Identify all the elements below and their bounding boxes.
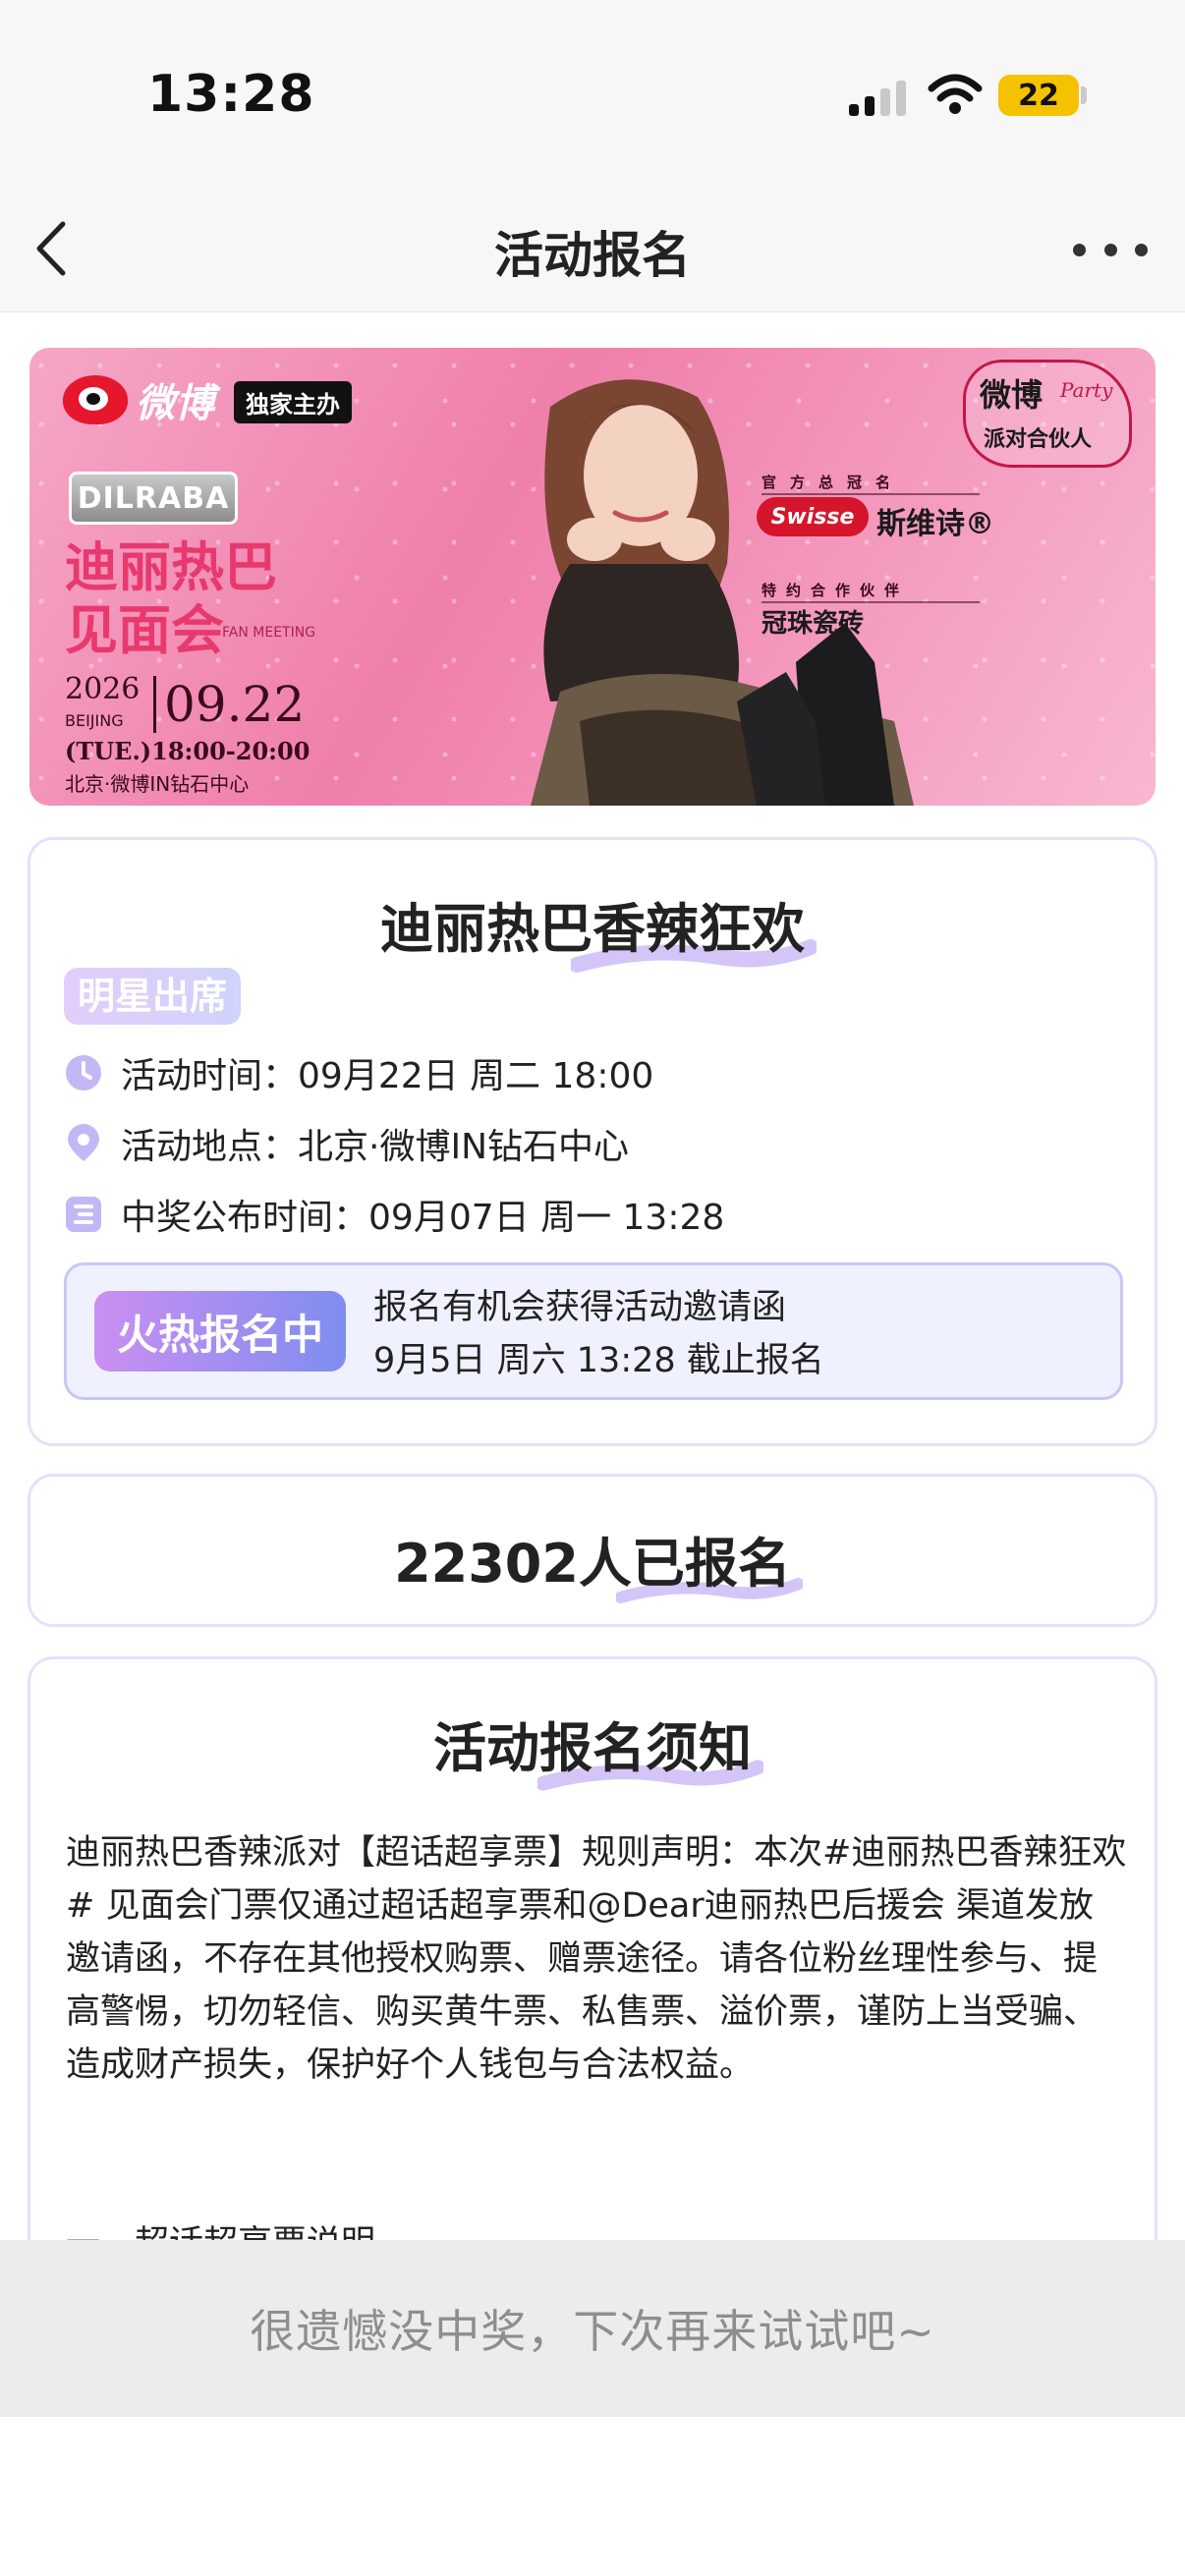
battery-indicator: 22: [998, 75, 1079, 116]
signup-deadline: 9月5日 周六 13:28 截止报名: [373, 1341, 824, 1380]
artist-name-badge: DILRABA: [69, 472, 238, 525]
party-badge-subtitle: 派对合伙人: [984, 427, 1093, 452]
wifi-icon: [928, 74, 983, 114]
hot-signup-badge: 火热报名中: [94, 1291, 346, 1372]
party-badge-title: 微博: [980, 376, 1044, 414]
result-message: 很遗憾没中奖，下次再来试试吧~: [250, 2305, 935, 2358]
event-title-wrap: 迪丽热巴香辣狂欢: [30, 885, 1155, 973]
nav-bar: 活动报名: [0, 187, 1185, 312]
page-title: 活动报名: [494, 227, 691, 284]
signup-count-card: 22302人已报名: [28, 1474, 1157, 1627]
party-partner-badge: 微博 Party 派对合伙人: [963, 360, 1132, 468]
event-location-value: 北京·微博IN钻石中心: [298, 1127, 630, 1167]
event-time-value: 09月22日 周二 18:00: [298, 1056, 654, 1096]
signup-notice-card: 活动报名须知 迪丽热巴香辣派对【超话超享票】规则声明：本次#迪丽热巴香辣狂欢# …: [28, 1656, 1157, 2246]
event-title: 迪丽热巴香辣狂欢: [380, 885, 817, 973]
result-bar[interactable]: 很遗憾没中奖，下次再来试试吧~: [0, 2240, 1185, 2417]
event-location-label: 活动地点：: [121, 1127, 299, 1167]
announce-time-label: 中奖公布时间：: [121, 1198, 369, 1238]
event-banner[interactable]: 微博 独家主办 DILRABA 迪丽热巴见面会 FAN MEETING 2026…: [29, 348, 1156, 806]
partner-logo: 冠珠瓷砖: [762, 609, 865, 639]
status-time: 13:28: [147, 65, 315, 124]
banner-title: 迪丽热巴见面会: [65, 536, 277, 661]
signup-count: 22302人已报名: [394, 1520, 803, 1603]
weibo-logo: 微博: [63, 371, 214, 428]
party-badge-script: Party: [1060, 378, 1113, 402]
signup-description: 报名有机会获得活动邀请函: [373, 1288, 787, 1327]
notice-body: 迪丽热巴香辣派对【超话超享票】规则声明：本次#迪丽热巴香辣狂欢# 见面会门票仅通…: [66, 1833, 1127, 2085]
sponsor-divider: [762, 493, 980, 495]
event-title-text: 迪丽热巴香辣狂欢: [380, 898, 805, 960]
announce-time-row: 中奖公布时间： 09月07日 周一 13:28: [64, 1190, 724, 1239]
clock-icon: [66, 1055, 101, 1091]
more-dots-icon[interactable]: [1073, 230, 1148, 269]
cellular-signal-icon: [849, 81, 906, 116]
banner-year: 2026: [65, 672, 141, 706]
weibo-logo-text: 微博: [136, 381, 214, 426]
battery-cap: [1081, 86, 1087, 104]
banner-day: 09.22: [153, 676, 305, 733]
banner-city: BEIJING: [65, 711, 124, 730]
notice-title-wrap: 活动报名须知: [30, 1705, 1155, 1791]
swisse-logo: Swisse: [757, 497, 869, 536]
bottom-safe-area: [0, 2417, 1185, 2576]
event-time-label: 活动时间：: [121, 1056, 299, 1096]
signup-status-box: 火热报名中 报名有机会获得活动邀请函 9月5日 周六 13:28 截止报名: [64, 1262, 1123, 1400]
banner-time-slot: (TUE.)18:00-20:00: [65, 737, 310, 765]
weibo-eye-icon: [63, 375, 128, 424]
title-sponsor-label: 官方总冠名: [762, 474, 905, 491]
signup-count-text: 22302人已报名: [394, 1533, 791, 1595]
fan-meeting-label: FAN MEETING: [222, 625, 316, 641]
exclusive-host-tag: 独家主办: [234, 381, 352, 423]
event-info-card: 迪丽热巴香辣狂欢 明星出席 活动时间： 09月22日 周二 18:00 活动地点…: [28, 837, 1157, 1446]
status-bar: 13:28 22: [0, 0, 1185, 187]
star-attending-badge: 明星出席: [64, 968, 242, 1025]
signup-count-wrap: 22302人已报名: [30, 1520, 1155, 1603]
partner-label: 特约合作伙伴: [762, 582, 910, 599]
notice-title-text: 活动报名须知: [433, 1717, 752, 1779]
event-time-row: 活动时间： 09月22日 周二 18:00: [64, 1048, 653, 1097]
banner-venue: 北京·微博IN钻石中心: [65, 772, 250, 796]
event-location-row: 活动地点： 北京·微博IN钻石中心: [64, 1119, 629, 1168]
announce-time-value: 09月07日 周一 13:28: [368, 1198, 725, 1238]
list-icon: [66, 1197, 101, 1232]
notice-title: 活动报名须知: [433, 1705, 763, 1791]
sponsor-chinese-name: 斯维诗®: [876, 507, 994, 541]
location-pin-icon: [68, 1124, 99, 1161]
